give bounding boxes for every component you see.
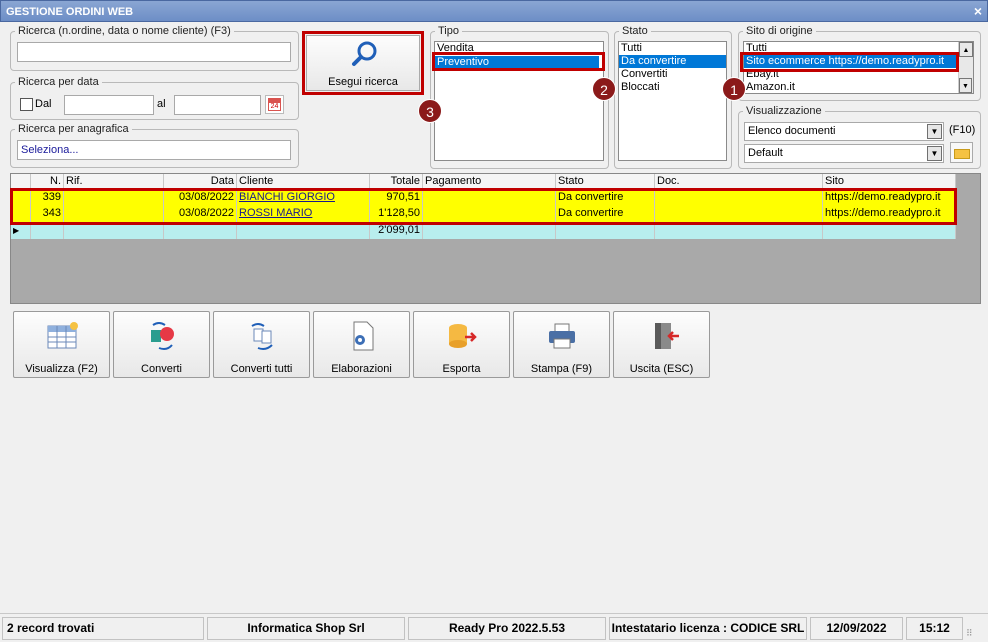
tipo-highlight	[432, 52, 605, 71]
convert-button[interactable]: Converti	[113, 311, 210, 378]
stato-item-convertiti[interactable]: Convertiti	[619, 68, 726, 81]
sito-item-amazon[interactable]: Amazon.it	[744, 81, 973, 94]
status-records: 2 record trovati	[2, 617, 204, 640]
print-button-label: Stampa (F9)	[530, 363, 593, 375]
search-button-label: Esegui ricerca	[328, 76, 398, 88]
window-title-bar: GESTIONE ORDINI WEB	[0, 0, 988, 22]
convert-icon	[151, 322, 174, 350]
total-blank	[655, 223, 823, 239]
total-blank	[64, 223, 164, 239]
calendar-day: 24	[268, 102, 281, 111]
anag-select[interactable]: Seleziona...	[17, 140, 291, 160]
view-button-label: Visualizza (F2)	[25, 363, 98, 375]
sito-label: Sito di origine	[743, 25, 816, 38]
sito-scrollbar[interactable]: ▲ ▼	[958, 42, 973, 93]
stato-listbox[interactable]: Tutti Da convertire Convertiti Bloccati	[618, 41, 727, 161]
stato-label: Stato	[619, 25, 651, 38]
stato-item-tutti[interactable]: Tutti	[619, 42, 726, 55]
sito-highlight	[740, 52, 959, 72]
date-checkbox[interactable]	[20, 98, 33, 111]
total-blank	[823, 223, 956, 239]
view-layout-value: Elenco documenti	[748, 125, 836, 137]
convert-button-label: Converti	[141, 363, 182, 375]
close-icon[interactable]: ×	[974, 0, 982, 22]
folder-icon[interactable]	[950, 142, 973, 163]
scroll-up-icon[interactable]: ▲	[959, 42, 973, 57]
exit-door-icon	[655, 323, 679, 349]
stato-item-da-convertire[interactable]: Da convertire	[619, 55, 726, 68]
step-badge-3: 3	[418, 99, 442, 123]
date-from-field[interactable]	[64, 95, 154, 115]
status-version: Ready Pro 2022.5.53	[408, 617, 606, 640]
status-license: Intestatario licenza : CODICE SRL	[609, 617, 807, 640]
date-from-label: Dal	[35, 98, 52, 110]
exit-button-label: Uscita (ESC)	[629, 363, 694, 375]
print-button[interactable]: Stampa (F9)	[513, 311, 610, 378]
status-time: 15:12	[906, 617, 963, 640]
window-title: GESTIONE ORDINI WEB	[6, 6, 134, 18]
total-blank	[31, 223, 64, 239]
elaborations-button[interactable]: Elaborazioni	[313, 311, 410, 378]
chevron-down-icon[interactable]: ▼	[927, 146, 942, 161]
view-shortcut: (F10)	[949, 124, 976, 136]
process-document-icon	[353, 321, 374, 351]
printer-icon	[549, 323, 575, 349]
search-label: Ricerca (n.ordine, data o nome cliente) …	[15, 25, 234, 38]
convert-all-button[interactable]: Converti tutti	[213, 311, 310, 378]
status-bar: 2 record trovati Informatica Shop Srl Re…	[0, 613, 988, 642]
step-badge-1: 1	[722, 77, 746, 101]
step-badge-2: 2	[592, 77, 616, 101]
elaborations-button-label: Elaborazioni	[331, 363, 392, 375]
rows-highlight	[10, 188, 957, 225]
export-database-icon	[449, 324, 477, 348]
search-icon	[352, 41, 377, 66]
scroll-down-icon[interactable]: ▼	[959, 78, 972, 93]
view-profile-value: Default	[748, 147, 783, 159]
total-blank	[556, 223, 655, 239]
total-blank	[237, 223, 370, 239]
view-layout-select[interactable]: Elenco documenti ▼	[744, 122, 944, 141]
export-button-label: Esporta	[442, 363, 481, 375]
exit-button[interactable]: Uscita (ESC)	[613, 311, 710, 378]
current-row-arrow-icon: ▶	[11, 223, 31, 239]
calendar-icon[interactable]: 24	[265, 95, 284, 114]
date-search-label: Ricerca per data	[15, 76, 102, 89]
export-button[interactable]: Esporta	[413, 311, 510, 378]
total-value: 2'099,01	[370, 223, 423, 239]
chevron-down-icon[interactable]: ▼	[927, 124, 942, 139]
anag-label: Ricerca per anagrafica	[15, 123, 132, 136]
search-input[interactable]	[17, 42, 291, 62]
resize-grip-icon[interactable]: ⠿	[966, 628, 973, 639]
grid-view-icon	[47, 322, 78, 349]
total-blank	[423, 223, 556, 239]
status-date: 12/09/2022	[810, 617, 903, 640]
status-company: Informatica Shop Srl	[207, 617, 405, 640]
search-button[interactable]: Esegui ricerca	[306, 35, 420, 91]
view-profile-select[interactable]: Default ▼	[744, 144, 944, 163]
date-to-field[interactable]	[174, 95, 261, 115]
view-button[interactable]: Visualizza (F2)	[13, 311, 110, 378]
convert-all-button-label: Converti tutti	[230, 363, 293, 375]
tipo-label: Tipo	[435, 25, 462, 38]
convert-all-icon	[251, 323, 273, 350]
total-blank	[164, 223, 237, 239]
stato-item-bloccati[interactable]: Bloccati	[619, 81, 726, 94]
date-to-label: al	[157, 98, 166, 110]
view-label: Visualizzazione	[743, 105, 825, 118]
